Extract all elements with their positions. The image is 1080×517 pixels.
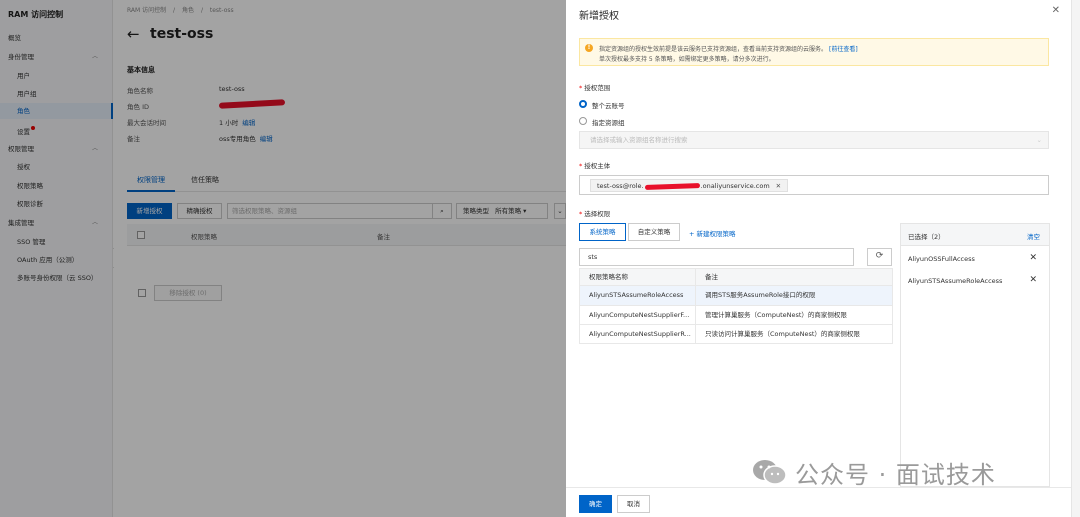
policy-table-header: 权限策略名称 备注 (579, 268, 893, 286)
policy-note: 只读访问计算巢服务（ComputeNest）的商家侧权限 (705, 330, 860, 338)
remove-tag-icon[interactable]: ✕ (776, 182, 781, 190)
table-row[interactable]: AliyunComputeNestSupplierF... 管理计算巢服务（Co… (579, 306, 893, 325)
drawer-footer: 确定 取消 (566, 487, 1080, 517)
required-mark: * (579, 162, 583, 170)
col-note: 备注 (705, 273, 718, 281)
selected-count: 已选择（2） (908, 233, 945, 241)
principal-label: * 授权主体 (579, 160, 610, 170)
clear-selection-link[interactable]: 清空 (1027, 231, 1040, 241)
scope-radio-resource-group[interactable] (579, 117, 587, 125)
scope-label-text: 授权范围 (584, 84, 611, 92)
drawer-title: 新增授权 (579, 11, 619, 22)
notice-line-2: 单次授权最多支持 5 条策略，如需绑定更多策略，请分多次进行。 (599, 56, 775, 63)
warning-icon: ! (585, 44, 593, 52)
principal-label-text: 授权主体 (584, 162, 611, 170)
close-icon[interactable]: ✕ (1052, 5, 1060, 16)
scope-option-resource-group[interactable]: 指定资源组 (592, 117, 625, 127)
col-policy-name: 权限策略名称 (580, 269, 696, 285)
table-row[interactable]: AliyunSTSAssumeRoleAccess 调用STS服务AssumeR… (579, 286, 893, 306)
resource-group-placeholder: 请选择或输入资源组名称进行搜索 (590, 136, 688, 144)
policy-name: AliyunComputeNestSupplierR... (580, 325, 696, 343)
notice-line-1: 指定资源组的授权生效前提是该云服务已支持资源组，查看当前支持资源组的云服务。 [前… (599, 44, 858, 53)
confirm-button[interactable]: 确定 (579, 495, 612, 513)
principal-prefix: test-oss@role. (597, 182, 644, 190)
new-policy-link[interactable]: + 新建权限策略 (689, 228, 736, 238)
wechat-logo-icon (753, 460, 787, 485)
watermark: 公众号 · 面试技术 (795, 461, 996, 489)
required-mark: * (579, 84, 583, 92)
selected-policies-panel: 已选择（2） 清空 AliyunOSSFullAccess ✕ AliyunST… (900, 223, 1050, 487)
remove-selected-icon[interactable]: ✕ (1029, 275, 1037, 285)
principal-tag: test-oss@role. .onaliyunservice.com ✕ (590, 179, 789, 192)
notice-link[interactable]: [前往查看] (829, 46, 858, 53)
notice-text-1: 指定资源组的授权生效前提是该云服务已支持资源组，查看当前支持资源组的云服务。 (599, 46, 828, 53)
selected-panel-header: 已选择（2） 清空 (901, 224, 1049, 246)
cancel-button[interactable]: 取消 (617, 495, 650, 513)
redaction-mark (644, 182, 700, 190)
selected-item: AliyunOSSFullAccess (908, 255, 975, 263)
required-mark: * (579, 210, 583, 218)
selected-item: AliyunSTSAssumeRoleAccess (908, 277, 1003, 285)
policy-name: AliyunSTSAssumeRoleAccess (580, 286, 696, 305)
table-row[interactable]: AliyunComputeNestSupplierR... 只读访问计算巢服务（… (579, 325, 893, 344)
add-grant-drawer: 新增授权 ✕ ! 指定资源组的授权生效前提是该云服务已支持资源组，查看当前支持资… (566, 0, 1080, 517)
scope-label: * 授权范围 (579, 82, 610, 92)
scope-radio-account[interactable] (579, 100, 587, 108)
right-gutter (1071, 0, 1080, 517)
policy-note: 调用STS服务AssumeRole接口的权限 (705, 291, 816, 299)
principal-suffix: .onaliyunservice.com (700, 182, 770, 190)
chevron-down-icon: ⌄ (1036, 136, 1042, 144)
tab-custom-policy[interactable]: 自定义策略 (628, 223, 680, 241)
notice-banner: ! 指定资源组的授权生效前提是该云服务已支持资源组，查看当前支持资源组的云服务。… (579, 38, 1049, 66)
policy-name: AliyunComputeNestSupplierF... (580, 306, 696, 324)
policy-note: 管理计算巢服务（ComputeNest）的商家侧权限 (705, 311, 847, 319)
remove-selected-icon[interactable]: ✕ (1029, 253, 1037, 263)
permission-label: * 选择权限 (579, 208, 610, 218)
modal-overlay[interactable] (0, 0, 566, 517)
resource-group-select[interactable]: 请选择或输入资源组名称进行搜索 ⌄ (579, 131, 1049, 149)
principal-input[interactable]: test-oss@role. .onaliyunservice.com ✕ (579, 175, 1049, 195)
permission-label-text: 选择权限 (584, 210, 611, 218)
tab-system-policy[interactable]: 系统策略 (579, 223, 626, 241)
policy-table: 权限策略名称 备注 AliyunSTSAssumeRoleAccess 调用ST… (579, 268, 893, 344)
refresh-icon[interactable]: ⟳ (867, 248, 892, 266)
policy-search-input[interactable]: sts (579, 248, 854, 266)
scope-option-account[interactable]: 整个云账号 (592, 100, 625, 110)
